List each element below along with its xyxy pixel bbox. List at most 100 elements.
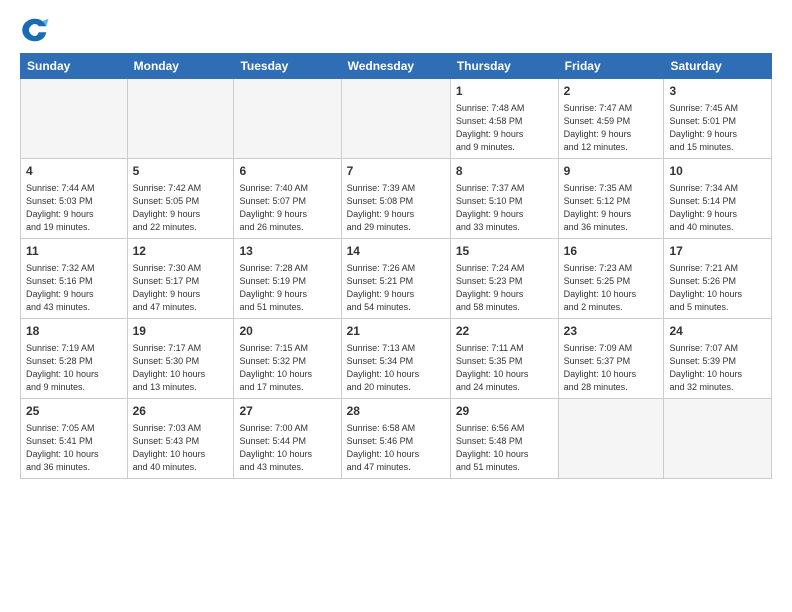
day-info: Sunrise: 7:44 AM Sunset: 5:03 PM Dayligh… xyxy=(26,182,122,234)
day-number: 4 xyxy=(26,163,122,180)
day-number: 16 xyxy=(564,243,659,260)
day-info: Sunrise: 7:05 AM Sunset: 5:41 PM Dayligh… xyxy=(26,422,122,474)
calendar-cell: 11 Sunrise: 7:32 AM Sunset: 5:16 PM Dayli… xyxy=(21,239,128,319)
weekday-header-wednesday: Wednesday xyxy=(341,54,450,79)
calendar-cell: 2 Sunrise: 7:47 AM Sunset: 4:59 PM Daylig… xyxy=(558,79,664,159)
weekday-header-sunday: Sunday xyxy=(21,54,128,79)
day-number: 20 xyxy=(239,323,335,340)
day-info: Sunrise: 6:58 AM Sunset: 5:46 PM Dayligh… xyxy=(347,422,445,474)
calendar-cell xyxy=(234,79,341,159)
weekday-header-row: SundayMondayTuesdayWednesdayThursdayFrid… xyxy=(21,54,772,79)
calendar-cell: 29 Sunrise: 6:56 AM Sunset: 5:48 PM Dayli… xyxy=(450,399,558,479)
day-info: Sunrise: 6:56 AM Sunset: 5:48 PM Dayligh… xyxy=(456,422,553,474)
calendar-cell: 16 Sunrise: 7:23 AM Sunset: 5:25 PM Dayli… xyxy=(558,239,664,319)
day-number: 6 xyxy=(239,163,335,180)
calendar-cell: 12 Sunrise: 7:30 AM Sunset: 5:17 PM Dayli… xyxy=(127,239,234,319)
calendar-cell: 14 Sunrise: 7:26 AM Sunset: 5:21 PM Dayli… xyxy=(341,239,450,319)
day-info: Sunrise: 7:30 AM Sunset: 5:17 PM Dayligh… xyxy=(133,262,229,314)
calendar-cell: 25 Sunrise: 7:05 AM Sunset: 5:41 PM Dayli… xyxy=(21,399,128,479)
day-info: Sunrise: 7:37 AM Sunset: 5:10 PM Dayligh… xyxy=(456,182,553,234)
calendar-week-5: 25 Sunrise: 7:05 AM Sunset: 5:41 PM Dayli… xyxy=(21,399,772,479)
weekday-header-friday: Friday xyxy=(558,54,664,79)
day-info: Sunrise: 7:34 AM Sunset: 5:14 PM Dayligh… xyxy=(669,182,766,234)
day-number: 15 xyxy=(456,243,553,260)
calendar-cell: 21 Sunrise: 7:13 AM Sunset: 5:34 PM Dayli… xyxy=(341,319,450,399)
calendar-cell xyxy=(341,79,450,159)
day-info: Sunrise: 7:23 AM Sunset: 5:25 PM Dayligh… xyxy=(564,262,659,314)
day-info: Sunrise: 7:00 AM Sunset: 5:44 PM Dayligh… xyxy=(239,422,335,474)
calendar-cell: 5Sunrise: 7:42 AM Sunset: 5:05 PM Daylig… xyxy=(127,159,234,239)
calendar-week-1: 1 Sunrise: 7:48 AM Sunset: 4:58 PM Daylig… xyxy=(21,79,772,159)
day-number: 23 xyxy=(564,323,659,340)
day-number: 9 xyxy=(564,163,659,180)
day-info: Sunrise: 7:13 AM Sunset: 5:34 PM Dayligh… xyxy=(347,342,445,394)
calendar-cell: 7Sunrise: 7:39 AM Sunset: 5:08 PM Daylig… xyxy=(341,159,450,239)
calendar-cell: 1 Sunrise: 7:48 AM Sunset: 4:58 PM Daylig… xyxy=(450,79,558,159)
day-number: 29 xyxy=(456,403,553,420)
calendar-cell xyxy=(127,79,234,159)
day-number: 17 xyxy=(669,243,766,260)
day-info: Sunrise: 7:35 AM Sunset: 5:12 PM Dayligh… xyxy=(564,182,659,234)
day-number: 8 xyxy=(456,163,553,180)
day-info: Sunrise: 7:26 AM Sunset: 5:21 PM Dayligh… xyxy=(347,262,445,314)
day-number: 18 xyxy=(26,323,122,340)
weekday-header-thursday: Thursday xyxy=(450,54,558,79)
calendar-cell: 17 Sunrise: 7:21 AM Sunset: 5:26 PM Dayli… xyxy=(664,239,772,319)
day-number: 26 xyxy=(133,403,229,420)
calendar-cell: 20 Sunrise: 7:15 AM Sunset: 5:32 PM Dayli… xyxy=(234,319,341,399)
calendar-week-4: 18 Sunrise: 7:19 AM Sunset: 5:28 PM Dayli… xyxy=(21,319,772,399)
day-number: 10 xyxy=(669,163,766,180)
calendar-cell: 15Sunrise: 7:24 AM Sunset: 5:23 PM Dayli… xyxy=(450,239,558,319)
calendar-cell xyxy=(21,79,128,159)
calendar-cell: 19Sunrise: 7:17 AM Sunset: 5:30 PM Dayli… xyxy=(127,319,234,399)
day-info: Sunrise: 7:11 AM Sunset: 5:35 PM Dayligh… xyxy=(456,342,553,394)
calendar-week-2: 4 Sunrise: 7:44 AM Sunset: 5:03 PM Daylig… xyxy=(21,159,772,239)
weekday-header-saturday: Saturday xyxy=(664,54,772,79)
calendar-cell: 26 Sunrise: 7:03 AM Sunset: 5:43 PM Dayli… xyxy=(127,399,234,479)
day-info: Sunrise: 7:32 AM Sunset: 5:16 PM Dayligh… xyxy=(26,262,122,314)
calendar-cell: 24 Sunrise: 7:07 AM Sunset: 5:39 PM Dayli… xyxy=(664,319,772,399)
calendar-cell: 22 Sunrise: 7:11 AM Sunset: 5:35 PM Dayli… xyxy=(450,319,558,399)
calendar-cell xyxy=(664,399,772,479)
calendar-cell: 13 Sunrise: 7:28 AM Sunset: 5:19 PM Dayli… xyxy=(234,239,341,319)
calendar-cell: 23 Sunrise: 7:09 AM Sunset: 5:37 PM Dayli… xyxy=(558,319,664,399)
day-number: 25 xyxy=(26,403,122,420)
day-info: Sunrise: 7:03 AM Sunset: 5:43 PM Dayligh… xyxy=(133,422,229,474)
day-number: 11 xyxy=(26,243,122,260)
day-info: Sunrise: 7:48 AM Sunset: 4:58 PM Dayligh… xyxy=(456,102,553,154)
calendar-cell: 9 Sunrise: 7:35 AM Sunset: 5:12 PM Daylig… xyxy=(558,159,664,239)
weekday-header-monday: Monday xyxy=(127,54,234,79)
calendar-cell: 6 Sunrise: 7:40 AM Sunset: 5:07 PM Daylig… xyxy=(234,159,341,239)
day-number: 14 xyxy=(347,243,445,260)
day-info: Sunrise: 7:28 AM Sunset: 5:19 PM Dayligh… xyxy=(239,262,335,314)
header xyxy=(20,15,772,45)
logo xyxy=(20,15,54,45)
calendar-cell: 18 Sunrise: 7:19 AM Sunset: 5:28 PM Dayli… xyxy=(21,319,128,399)
weekday-header-tuesday: Tuesday xyxy=(234,54,341,79)
day-number: 2 xyxy=(564,83,659,100)
calendar-cell: 4 Sunrise: 7:44 AM Sunset: 5:03 PM Daylig… xyxy=(21,159,128,239)
day-info: Sunrise: 7:47 AM Sunset: 4:59 PM Dayligh… xyxy=(564,102,659,154)
day-info: Sunrise: 7:19 AM Sunset: 5:28 PM Dayligh… xyxy=(26,342,122,394)
day-info: Sunrise: 7:42 AM Sunset: 5:05 PM Dayligh… xyxy=(133,182,229,234)
day-number: 13 xyxy=(239,243,335,260)
day-info: Sunrise: 7:15 AM Sunset: 5:32 PM Dayligh… xyxy=(239,342,335,394)
day-info: Sunrise: 7:21 AM Sunset: 5:26 PM Dayligh… xyxy=(669,262,766,314)
calendar-cell: 8 Sunrise: 7:37 AM Sunset: 5:10 PM Daylig… xyxy=(450,159,558,239)
calendar-cell xyxy=(558,399,664,479)
day-info: Sunrise: 7:07 AM Sunset: 5:39 PM Dayligh… xyxy=(669,342,766,394)
day-number: 21 xyxy=(347,323,445,340)
day-number: 3 xyxy=(669,83,766,100)
day-info: Sunrise: 7:40 AM Sunset: 5:07 PM Dayligh… xyxy=(239,182,335,234)
day-number: 1 xyxy=(456,83,553,100)
day-number: 12 xyxy=(133,243,229,260)
calendar-cell: 28Sunrise: 6:58 AM Sunset: 5:46 PM Dayli… xyxy=(341,399,450,479)
page: SundayMondayTuesdayWednesdayThursdayFrid… xyxy=(0,0,792,612)
day-info: Sunrise: 7:09 AM Sunset: 5:37 PM Dayligh… xyxy=(564,342,659,394)
day-number: 19 xyxy=(133,323,229,340)
day-info: Sunrise: 7:45 AM Sunset: 5:01 PM Dayligh… xyxy=(669,102,766,154)
day-number: 22 xyxy=(456,323,553,340)
day-info: Sunrise: 7:39 AM Sunset: 5:08 PM Dayligh… xyxy=(347,182,445,234)
calendar-cell: 27Sunrise: 7:00 AM Sunset: 5:44 PM Dayli… xyxy=(234,399,341,479)
day-number: 24 xyxy=(669,323,766,340)
